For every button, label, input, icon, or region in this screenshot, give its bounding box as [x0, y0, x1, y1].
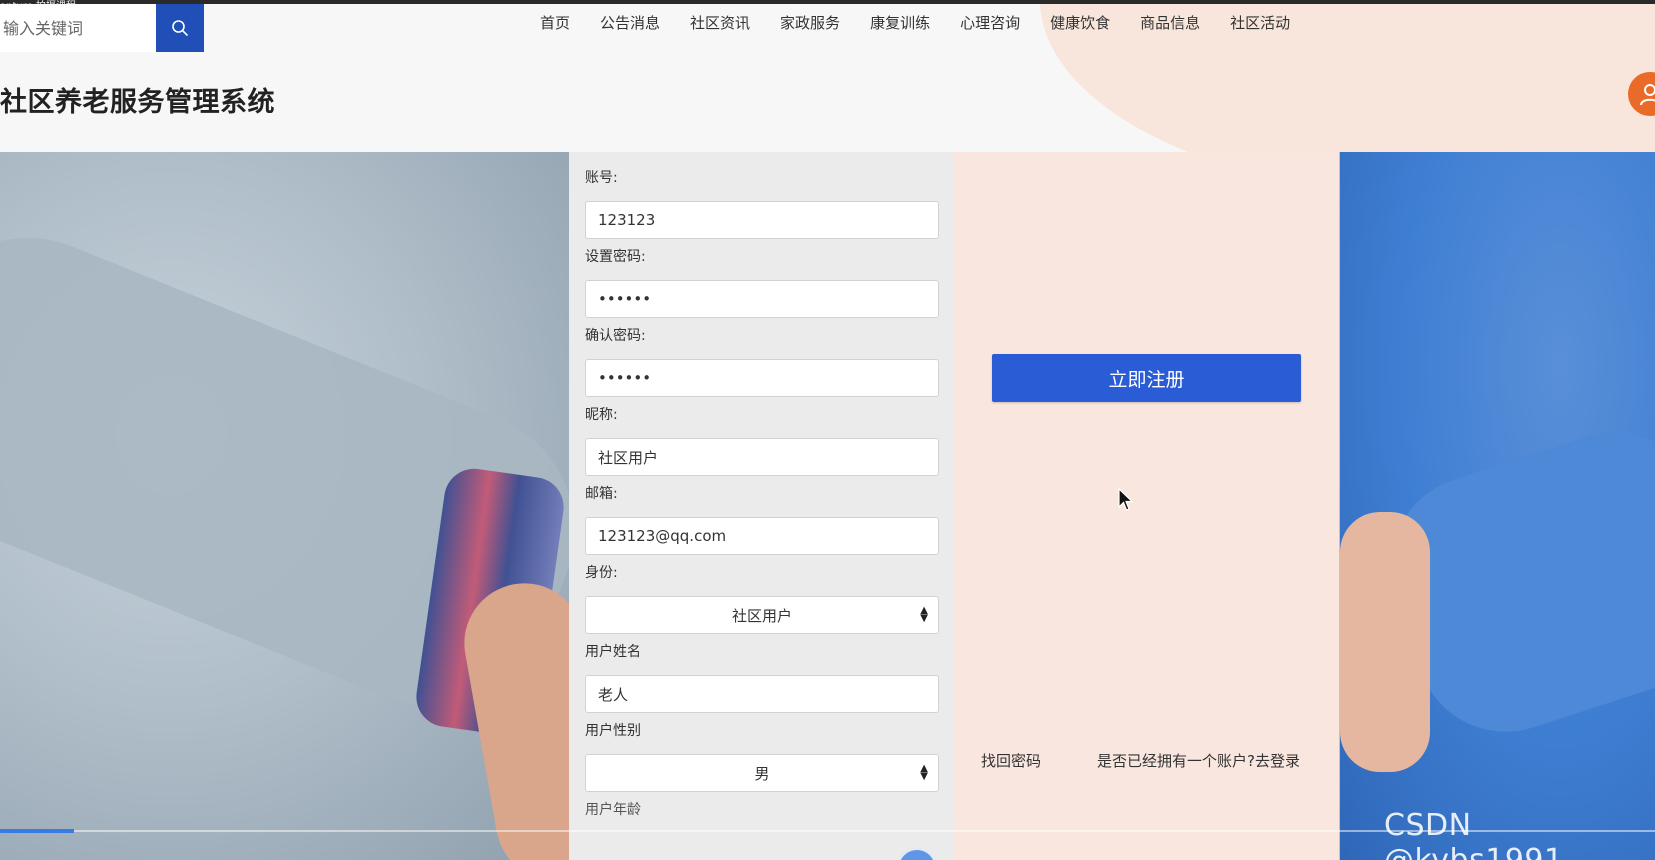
register-form: 账号: 设置密码: 确认密码: 昵称: 邮箱: 身份: 社区用户 ▲▼ 用户姓名…: [569, 152, 954, 860]
role-select[interactable]: 社区用户 ▲ ▼: [585, 596, 939, 634]
nav-healthy-diet[interactable]: 健康饮食: [1035, 12, 1125, 34]
user-icon: [1640, 84, 1655, 106]
age-label: 用户年龄: [585, 802, 641, 818]
nav-housekeeping[interactable]: 家政服务: [765, 12, 855, 34]
nav-home[interactable]: 首页: [525, 12, 585, 34]
nickname-label: 昵称:: [585, 407, 618, 423]
real-name-label: 用户姓名: [585, 644, 641, 660]
real-name-input[interactable]: [585, 675, 939, 713]
confirm-password-label: 确认密码:: [585, 328, 646, 344]
account-label: 账号:: [585, 170, 618, 186]
watermark: CSDN @kybs1991: [1384, 808, 1563, 860]
window-top-strip: [0, 0, 1655, 4]
gender-select[interactable]: 男 ▲ ▼: [585, 754, 939, 792]
search-box: [0, 4, 204, 52]
photo-hand-right: [1340, 512, 1430, 772]
go-login-link[interactable]: 是否已经拥有一个账户?去登录: [1097, 750, 1300, 771]
account-input[interactable]: [585, 201, 939, 239]
search-icon: [172, 20, 188, 36]
gender-select-value: 男: [754, 764, 770, 783]
email-input[interactable]: [585, 517, 939, 555]
select-caret-icon: ▲ ▼: [920, 763, 928, 782]
nickname-input[interactable]: [585, 438, 939, 476]
main-nav: 首页 公告消息 社区资讯 家政服务 康复训练 心理咨询 健康饮食 商品信息 社区…: [525, 12, 1305, 34]
email-label: 邮箱:: [585, 486, 618, 502]
confirm-password-input[interactable]: [585, 359, 939, 397]
select-caret-icon: ▲ ▼: [920, 605, 928, 624]
action-panel: 立即注册 找回密码 是否已经拥有一个账户?去登录: [954, 152, 1339, 860]
nav-announcements[interactable]: 公告消息: [585, 12, 675, 34]
forgot-password-link[interactable]: 找回密码: [981, 750, 1041, 771]
nav-products[interactable]: 商品信息: [1125, 12, 1215, 34]
nav-counseling[interactable]: 心理咨询: [945, 12, 1035, 34]
site-header: apture 拍摄课程 首页 公告消息 社区资讯 家政服务 康复训练 心理咨询 …: [0, 0, 1655, 152]
nav-rehab-training[interactable]: 康复训练: [855, 12, 945, 34]
gender-label: 用户性别: [585, 723, 641, 739]
search-input[interactable]: [0, 4, 156, 52]
role-label: 身份:: [585, 565, 618, 581]
nav-community-news[interactable]: 社区资讯: [675, 12, 765, 34]
video-progress-fill: [0, 829, 75, 833]
site-title: 社区养老服务管理系统: [0, 87, 275, 118]
password-label: 设置密码:: [585, 249, 646, 265]
register-button[interactable]: 立即注册: [992, 354, 1301, 402]
password-input[interactable]: [585, 280, 939, 318]
search-button[interactable]: [156, 4, 204, 52]
nav-community-events[interactable]: 社区活动: [1215, 12, 1305, 34]
mouse-cursor-icon: [1118, 488, 1134, 511]
role-select-value: 社区用户: [731, 606, 792, 625]
